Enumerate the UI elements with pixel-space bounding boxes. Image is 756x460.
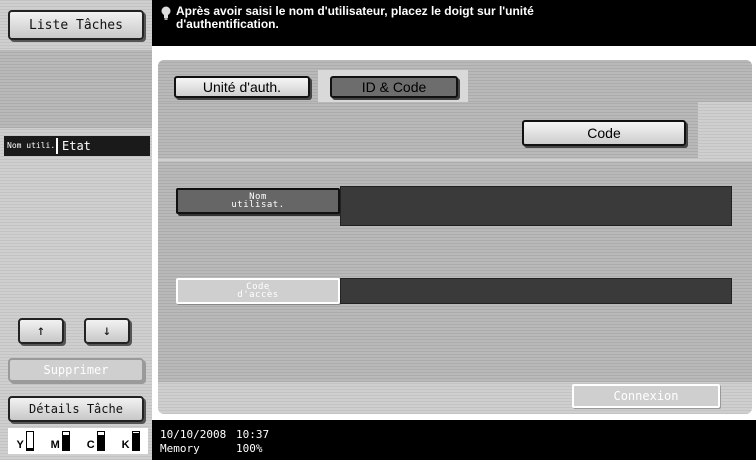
job-list (0, 158, 152, 310)
toner-c: C (87, 431, 105, 451)
auth-panel: Unité d'auth. ID & Code Code Nom utilisa… (158, 60, 752, 414)
sidebar-info-area (0, 50, 152, 128)
label-line: utilisat. (231, 200, 285, 210)
state-column-header: Etat (62, 139, 91, 153)
toner-label: Y (16, 439, 24, 451)
toner-label: M (50, 439, 60, 451)
job-details-button[interactable]: Détails Tâche (8, 396, 144, 422)
status-time: 10:37 (236, 428, 270, 441)
username-field-button[interactable]: Nom utilisat. (176, 188, 340, 214)
label-line: d'accès (237, 290, 279, 300)
status-bar: 10/10/2008 10:37 Memory 100% (152, 420, 756, 460)
column-divider (56, 138, 58, 154)
status-date: 10/10/2008 (160, 428, 227, 441)
user-column-header: Nom utili. (7, 141, 56, 150)
toner-k: K (122, 431, 140, 451)
main-area: Unité d'auth. ID & Code Code Nom utilisa… (152, 46, 756, 420)
password-field-button[interactable]: Code d'accès (176, 278, 340, 304)
toner-label: C (86, 439, 95, 451)
password-field[interactable] (340, 278, 732, 304)
sidebar: Liste Tâches Nom utili. Etat ↑ ↓ Supprim… (0, 0, 152, 460)
scroll-up-button[interactable]: ↑ (18, 318, 64, 344)
login-button[interactable]: Connexion (572, 384, 720, 408)
scroll-down-button[interactable]: ↓ (84, 318, 130, 344)
arrow-down-icon: ↓ (102, 323, 112, 339)
toner-level-bar (131, 431, 140, 451)
toner-label: K (121, 439, 130, 451)
lightbulb-icon (161, 6, 171, 20)
toner-level-bar (61, 431, 70, 451)
tab-id-code[interactable]: ID & Code (330, 76, 458, 98)
toner-m: M (51, 431, 70, 451)
instruction-message: Après avoir saisi le nom d'utilisateur, … (176, 4, 534, 31)
task-list-button[interactable]: Liste Tâches (8, 10, 144, 40)
tab-auth-unit[interactable]: Unité d'auth. (174, 76, 310, 98)
toner-level-bar (25, 431, 34, 451)
toner-indicator: Y M C K (8, 428, 148, 454)
code-button[interactable]: Code (522, 120, 686, 146)
arrow-up-icon: ↑ (36, 323, 46, 339)
delete-button[interactable]: Supprimer (8, 358, 144, 382)
job-list-header: Nom utili. Etat (4, 136, 150, 156)
message-bar: Après avoir saisi le nom d'utilisateur, … (152, 0, 756, 46)
username-field[interactable] (340, 186, 732, 226)
memory-label: Memory (160, 442, 200, 455)
toner-level-bar (96, 431, 105, 451)
memory-value: 100% (236, 442, 263, 455)
toner-y: Y (16, 431, 34, 451)
